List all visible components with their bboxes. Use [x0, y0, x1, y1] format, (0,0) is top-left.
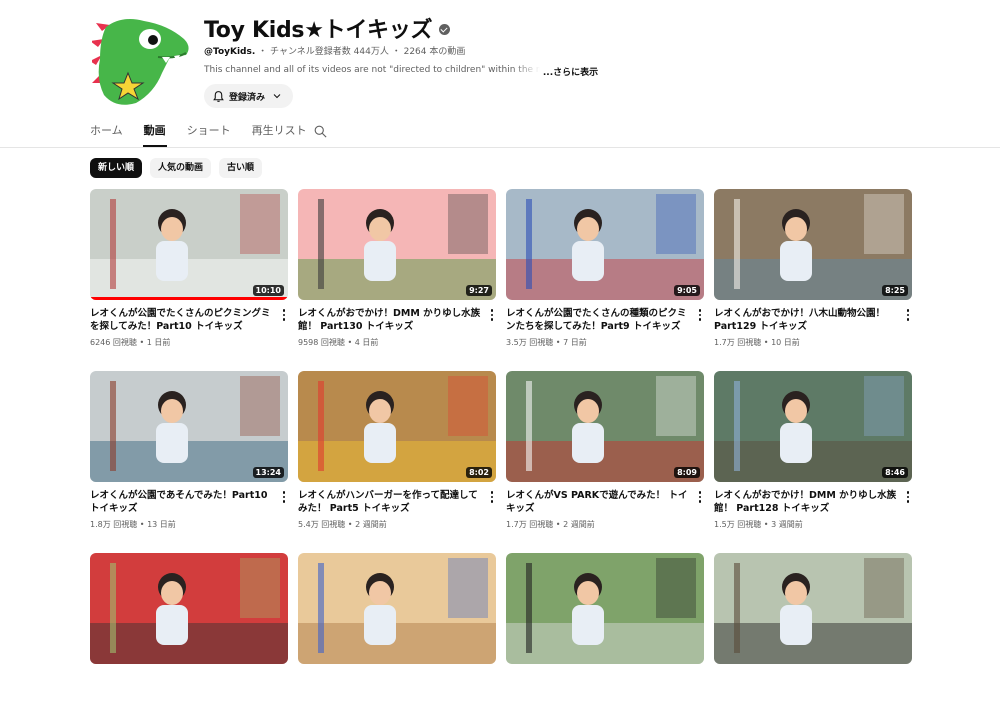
- channel-tabs: ホーム 動画 ショート 再生リスト: [90, 121, 328, 147]
- video-card[interactable]: 8:46 レオくんがおでかけ！DMM かりゆし水族館！ Part128 トイキッズ…: [714, 371, 912, 541]
- video-thumbnail[interactable]: 13:24: [90, 371, 288, 482]
- video-thumbnail[interactable]: 8:09: [506, 371, 704, 482]
- channel-header: Toy Kids★トイキッズ @ToyKids. ・ チャンネル登録者数 444…: [0, 0, 1000, 118]
- video-stats: 1.7万 回視聴 • 2 週間前: [506, 520, 595, 529]
- video-count: 2264 本の動画: [403, 47, 466, 57]
- video-duration: 8:46: [882, 467, 908, 478]
- chip-popular[interactable]: 人気の動画: [150, 158, 212, 178]
- video-duration: 9:05: [674, 285, 700, 296]
- more-options-icon[interactable]: [696, 490, 704, 504]
- video-stats: 1.8万 回視聴 • 13 日前: [90, 520, 176, 529]
- video-title[interactable]: レオくんがおでかけ！八木山動物公園！ Part129 トイキッズ: [714, 307, 898, 333]
- tab-shorts[interactable]: ショート: [187, 121, 231, 147]
- video-card[interactable]: 13:24 レオくんが公園であそんでみた！Part10 トイキッズ 1.8万 回視聴…: [90, 371, 288, 541]
- channel-avatar[interactable]: [90, 13, 192, 109]
- video-thumbnail[interactable]: 8:25: [714, 189, 912, 300]
- video-stats: 9598 回視聴 • 4 日前: [298, 338, 379, 347]
- channel-name-text: Toy Kids★トイキッズ: [204, 18, 433, 43]
- verified-badge-icon: [439, 23, 451, 35]
- video-thumbnail[interactable]: [90, 553, 288, 664]
- show-more-link[interactable]: ...さらに表示: [543, 68, 598, 78]
- channel-handle: @ToyKids.: [204, 47, 256, 57]
- video-thumbnail[interactable]: 9:05: [506, 189, 704, 300]
- video-title[interactable]: レオくんが公園でたくさんのピクミングミを探してみた！Part10 トイキッズ: [90, 307, 274, 333]
- tab-videos[interactable]: 動画: [142, 121, 167, 147]
- more-options-icon[interactable]: [904, 308, 912, 322]
- video-stats: 5.4万 回視聴 • 2 週間前: [298, 520, 387, 529]
- video-title[interactable]: レオくんが公園でたくさんの種類のピクミンたちを探してみた！Part9 トイキッズ: [506, 307, 690, 333]
- subscriber-count: チャンネル登録者数 444万人: [270, 47, 389, 57]
- video-card[interactable]: 9:27 レオくんがおでかけ！DMM かりゆし水族館！ Part130 トイキッズ…: [298, 189, 496, 359]
- video-card[interactable]: 8:02 レオくんがハンバーガーを作って配達してみた！ Part5 トイキッズ 5.…: [298, 371, 496, 541]
- channel-name: Toy Kids★トイキッズ: [204, 12, 451, 44]
- video-card[interactable]: 8:09 レオくんがVS PARKで遊んでみた！ トイキッズ 1.7万 回視聴 • …: [506, 371, 704, 541]
- bell-icon: [213, 90, 224, 102]
- chevron-down-icon: [273, 94, 281, 99]
- video-card[interactable]: 10:10 レオくんが公園でたくさんのピクミングミを探してみた！Part10 トイ…: [90, 189, 288, 359]
- more-options-icon[interactable]: [488, 308, 496, 322]
- video-card[interactable]: [298, 553, 496, 723]
- description-text: This channel and all of its videos are n…: [204, 65, 540, 75]
- tab-label: 動画: [143, 124, 166, 137]
- video-card[interactable]: 9:05 レオくんが公園でたくさんの種類のピクミンたちを探してみた！Part9 ト…: [506, 189, 704, 359]
- subscribe-button[interactable]: 登録済み: [204, 84, 294, 108]
- video-card[interactable]: [506, 553, 704, 723]
- meta-separator: ・: [258, 47, 268, 57]
- video-duration: 13:24: [252, 467, 284, 478]
- chip-oldest[interactable]: 古い順: [219, 158, 263, 178]
- video-thumbnail[interactable]: [298, 553, 496, 664]
- subscribe-label: 登録済み: [229, 92, 266, 103]
- more-options-icon[interactable]: [904, 490, 912, 504]
- video-card[interactable]: [90, 553, 288, 723]
- video-title[interactable]: レオくんがVS PARKで遊んでみた！ トイキッズ: [506, 489, 690, 515]
- chip-newest[interactable]: 新しい順: [90, 158, 143, 178]
- channel-description[interactable]: This channel and all of its videos are n…: [204, 65, 604, 78]
- video-thumbnail[interactable]: [714, 553, 912, 664]
- video-title[interactable]: レオくんが公園であそんでみた！Part10 トイキッズ: [90, 489, 274, 515]
- video-thumbnail[interactable]: 8:02: [298, 371, 496, 482]
- sort-chips: 新しい順 人気の動画 古い順: [90, 158, 263, 178]
- more-options-icon[interactable]: [280, 490, 288, 504]
- video-stats: 1.5万 回視聴 • 3 週間前: [714, 520, 803, 529]
- video-title[interactable]: レオくんがおでかけ！DMM かりゆし水族館！ Part130 トイキッズ: [298, 307, 482, 333]
- video-thumbnail[interactable]: 9:27: [298, 189, 496, 300]
- tab-label: ショート: [186, 124, 231, 137]
- meta-separator: ・: [391, 47, 401, 57]
- more-options-icon[interactable]: [280, 308, 288, 322]
- tab-label: 再生リスト: [251, 124, 307, 137]
- video-thumbnail[interactable]: 10:10: [90, 189, 288, 300]
- video-duration: 8:02: [466, 467, 492, 478]
- video-title[interactable]: レオくんがハンバーガーを作って配達してみた！ Part5 トイキッズ: [298, 489, 482, 515]
- video-duration: 8:09: [674, 467, 700, 478]
- video-duration: 10:10: [252, 285, 284, 296]
- watch-progress-bar: [90, 297, 288, 300]
- search-icon[interactable]: [313, 124, 328, 143]
- video-thumbnail[interactable]: 8:46: [714, 371, 912, 482]
- channel-meta: @ToyKids. ・ チャンネル登録者数 444万人 ・ 2264 本の動画: [204, 44, 465, 57]
- tab-home[interactable]: ホーム: [90, 121, 123, 147]
- more-options-icon[interactable]: [488, 490, 496, 504]
- video-duration: 8:25: [882, 285, 908, 296]
- video-duration: 9:27: [466, 285, 492, 296]
- video-title[interactable]: レオくんがおでかけ！DMM かりゆし水族館！ Part128 トイキッズ: [714, 489, 898, 515]
- video-stats: 3.5万 回視聴 • 7 日前: [506, 338, 587, 347]
- video-card[interactable]: [714, 553, 912, 723]
- tab-label: ホーム: [90, 124, 123, 137]
- tab-playlists[interactable]: 再生リスト: [252, 121, 307, 147]
- video-thumbnail[interactable]: [506, 553, 704, 664]
- video-stats: 1.7万 回視聴 • 10 日前: [714, 338, 800, 347]
- tabs-divider: [0, 147, 1000, 148]
- video-stats: 6246 回視聴 • 1 日前: [90, 338, 171, 347]
- more-options-icon[interactable]: [696, 308, 704, 322]
- video-card[interactable]: 8:25 レオくんがおでかけ！八木山動物公園！ Part129 トイキッズ 1.7万…: [714, 189, 912, 359]
